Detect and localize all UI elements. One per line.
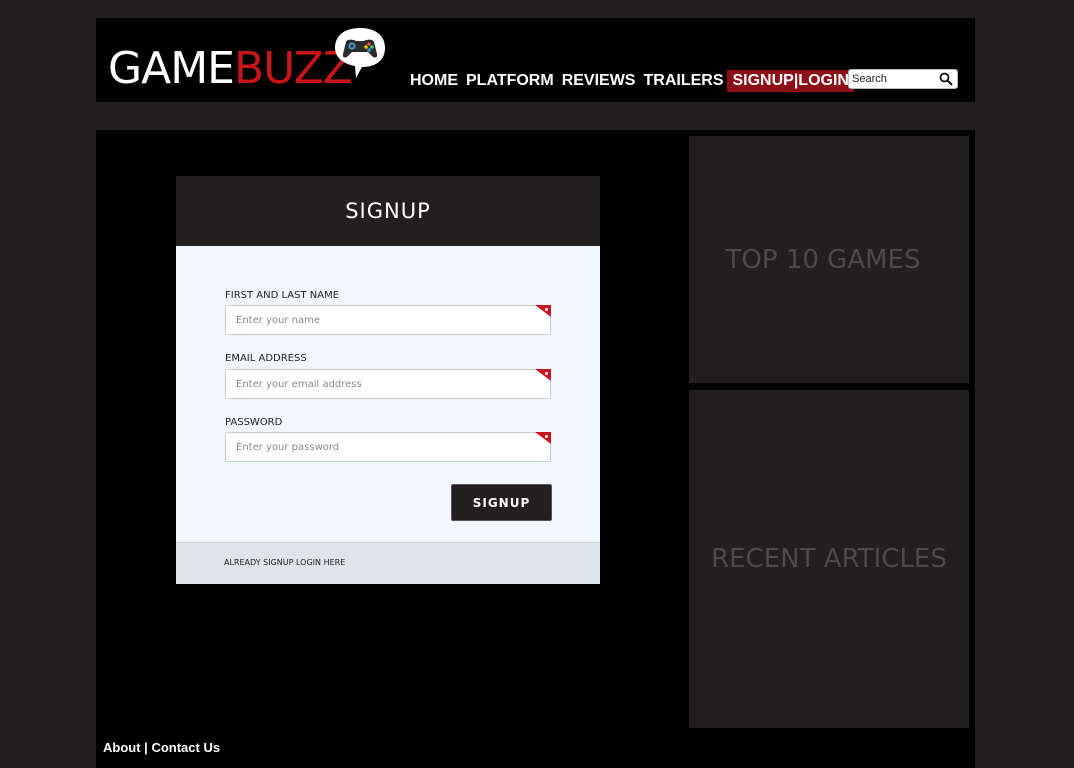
site-header: GAMEBUZZ HOME PLATFORM REVIEWS TRAILERS … bbox=[96, 18, 975, 102]
required-marker-icon bbox=[535, 432, 551, 444]
password-label: PASSWORD bbox=[225, 417, 283, 428]
recent-articles-panel: RECENT ARTICLES bbox=[689, 390, 969, 728]
logo-text-game: GAME bbox=[108, 43, 235, 94]
recent-articles-title: RECENT ARTICLES bbox=[711, 544, 947, 574]
signup-form: SIGNUP FIRST AND LAST NAME EMAIL ADDRESS… bbox=[176, 176, 600, 584]
magnifier-icon[interactable] bbox=[939, 72, 953, 86]
top-games-title: TOP 10 GAMES bbox=[725, 244, 921, 275]
nav-signup-login[interactable]: SIGNUP|LOGIN bbox=[727, 70, 854, 92]
nav-trailers[interactable]: TRAILERS bbox=[643, 70, 723, 92]
footer-about-link[interactable]: About bbox=[103, 740, 141, 755]
nav-reviews[interactable]: REVIEWS bbox=[562, 70, 636, 92]
signup-form-title: SIGNUP bbox=[345, 199, 431, 223]
nav-platform[interactable]: PLATFORM bbox=[466, 70, 554, 92]
signup-form-footer: ALREADY SIGNUP LOGIN HERE bbox=[176, 542, 600, 584]
required-marker-icon bbox=[535, 305, 551, 317]
site-logo[interactable]: GAMEBUZZ bbox=[108, 43, 353, 94]
speech-bubble-gamepad-icon bbox=[335, 28, 385, 78]
nav-home[interactable]: HOME bbox=[410, 70, 458, 92]
signup-form-header: SIGNUP bbox=[176, 176, 600, 246]
search-input[interactable] bbox=[852, 70, 937, 88]
password-field[interactable] bbox=[225, 432, 551, 462]
signup-button[interactable]: SIGNUP bbox=[451, 484, 552, 521]
top-games-panel: TOP 10 GAMES bbox=[689, 136, 969, 383]
name-field[interactable] bbox=[225, 305, 551, 335]
name-label: FIRST AND LAST NAME bbox=[225, 290, 340, 301]
email-label: EMAIL ADDRESS bbox=[225, 353, 307, 364]
footer-contact-link[interactable]: Contact Us bbox=[151, 740, 220, 755]
footer-links: About | Contact Us bbox=[103, 740, 220, 755]
main-nav: HOME PLATFORM REVIEWS TRAILERS SIGNUP|LO… bbox=[410, 70, 862, 92]
email-field[interactable] bbox=[225, 369, 551, 399]
login-link[interactable]: ALREADY SIGNUP LOGIN HERE bbox=[224, 558, 345, 567]
footer-separator: | bbox=[144, 740, 148, 755]
required-marker-icon bbox=[535, 369, 551, 381]
search-box bbox=[848, 69, 958, 89]
main-content: SIGNUP FIRST AND LAST NAME EMAIL ADDRESS… bbox=[96, 130, 975, 768]
